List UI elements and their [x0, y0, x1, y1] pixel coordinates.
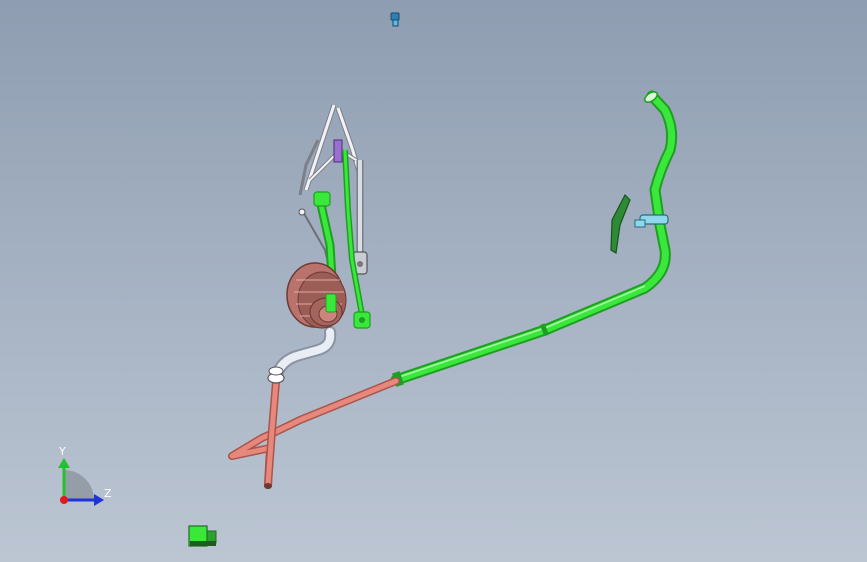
model-thumbnail-icon[interactable]: [188, 525, 217, 547]
green-pipe-assembly[interactable]: [390, 90, 678, 387]
purple-link[interactable]: [333, 139, 343, 163]
clutch-slave-cylinder[interactable]: [286, 262, 347, 329]
3d-graphics-viewport[interactable]: Y Z: [0, 0, 867, 562]
y-axis-label: Y: [58, 445, 66, 458]
x-axis-dot: [60, 496, 68, 504]
silver-hose[interactable]: [267, 326, 337, 384]
coordinate-triad: Y Z: [58, 445, 112, 506]
salmon-pipe-assembly[interactable]: [228, 377, 400, 489]
view-orientation-icon[interactable]: [390, 12, 400, 27]
z-axis-label: Z: [104, 487, 112, 500]
